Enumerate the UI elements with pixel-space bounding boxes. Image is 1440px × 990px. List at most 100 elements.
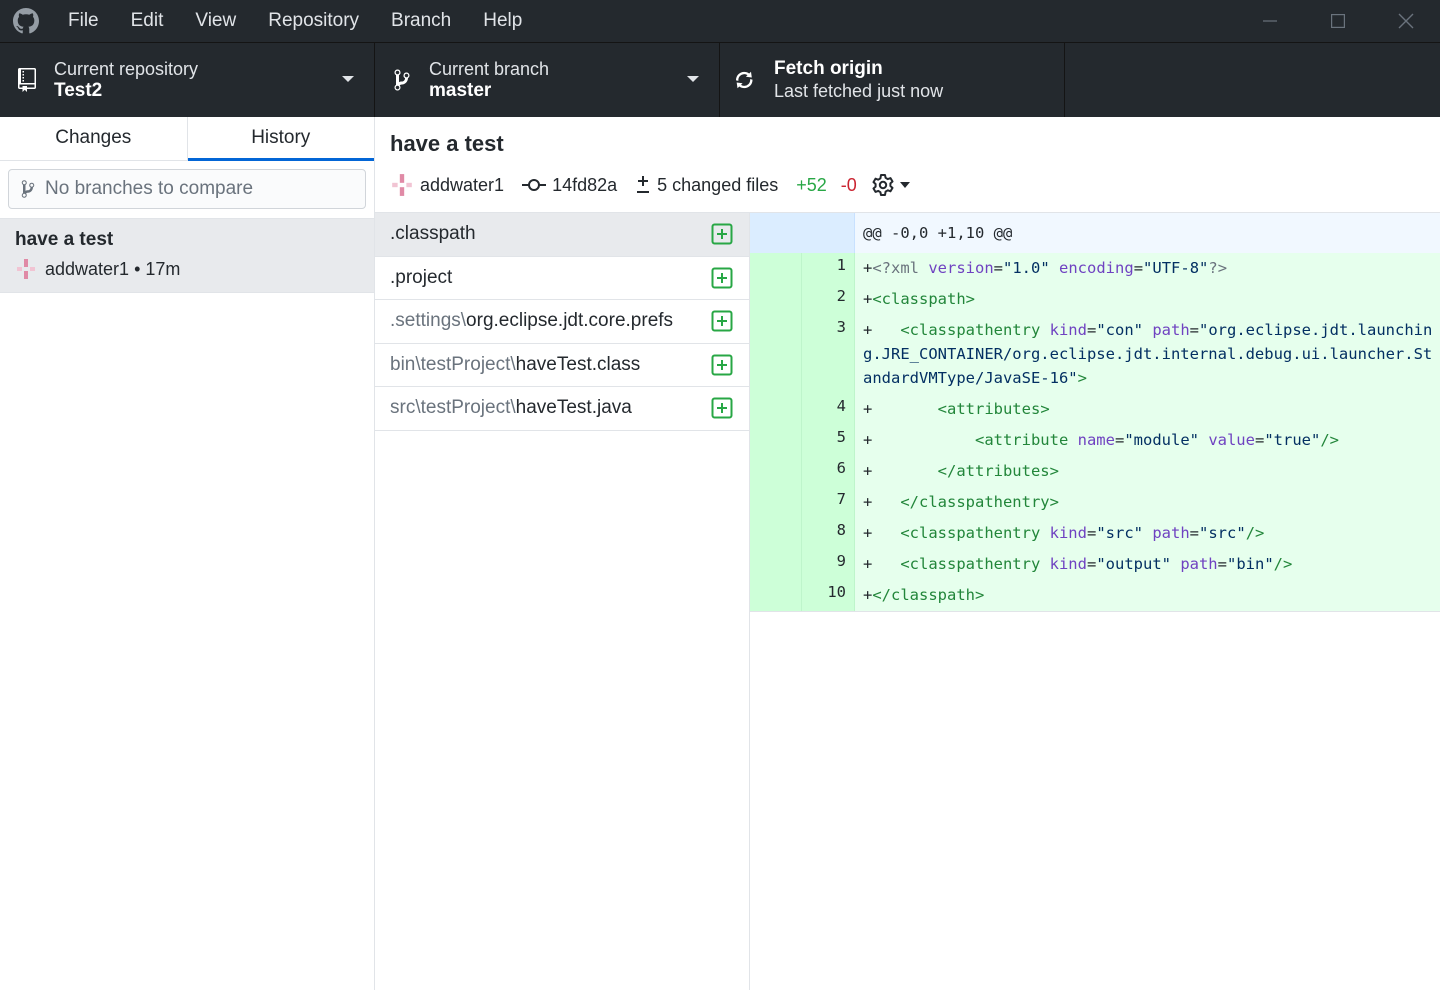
fetch-origin-button[interactable]: Fetch origin Last fetched just now [720, 43, 1065, 117]
new-line-number: 10 [827, 583, 846, 601]
file-added-icon [711, 397, 733, 419]
maximize-icon [1331, 14, 1345, 28]
branch-compare-icon [21, 180, 35, 198]
new-line-number: 3 [836, 318, 846, 336]
file-list-item[interactable]: .classpath [375, 213, 749, 257]
diff-gutter: 10 [750, 580, 855, 611]
diff-line[interactable]: 6 + </attributes> [750, 456, 1440, 487]
github-logo-icon [0, 0, 52, 42]
title-bar: File Edit View Repository Branch Help [0, 0, 1440, 42]
file-dir: src\testProject\ [390, 397, 516, 419]
file-name: haveTest.java [515, 397, 632, 419]
branch-compare-input[interactable]: No branches to compare [8, 169, 366, 209]
menu-edit[interactable]: Edit [115, 0, 180, 42]
old-line-number [750, 456, 802, 487]
current-repository-value: Test2 [54, 80, 103, 101]
commit-sha-value: 14fd82a [552, 174, 618, 195]
current-repository-button[interactable]: Current repository Test2 [0, 43, 375, 117]
menu-file[interactable]: File [52, 0, 115, 42]
close-icon [1398, 13, 1414, 29]
old-line-number [750, 253, 802, 284]
diff-line[interactable]: 1 +<?xml version="1.0" encoding="UTF-8"?> [750, 253, 1440, 284]
diff-end-divider [750, 611, 1440, 613]
file-name: haveTest.class [515, 353, 641, 375]
diff-line-code: + <classpathentry kind="output" path="bi… [863, 555, 1293, 573]
old-line-number [750, 284, 802, 315]
tab-changes[interactable]: Changes [0, 117, 188, 160]
diff-line-code: + <attributes> [863, 400, 1050, 418]
additions-count: +52 [796, 174, 827, 195]
new-line-number: 9 [836, 552, 846, 570]
menu-help[interactable]: Help [467, 0, 538, 42]
diff-gutter: 6 [750, 456, 855, 487]
close-button[interactable] [1372, 0, 1440, 42]
diff-line[interactable]: 8 + <classpathentry kind="src" path="src"… [750, 518, 1440, 549]
commit-meta: addwater1 14fd82a 5 changed files +52 -0 [390, 173, 910, 197]
changed-files-list: .classpath .project .settings\ org.eclips… [375, 213, 750, 990]
diff-line[interactable]: 4 + <attributes> [750, 394, 1440, 425]
fetch-origin-label: Fetch origin [774, 58, 883, 79]
old-line-number [750, 425, 802, 456]
diff-line-code: +</classpath> [863, 586, 985, 604]
menu-repository[interactable]: Repository [252, 0, 375, 42]
diff-hunk-header: @@ -0,0 +1,10 @@ [750, 213, 1440, 253]
menu-view[interactable]: View [179, 0, 252, 42]
diff-line-code: +<classpath> [863, 290, 976, 308]
file-list-item[interactable]: bin\testProject\ haveTest.class [375, 344, 749, 387]
commit-sha[interactable]: 14fd82a [522, 175, 617, 196]
diff-hunk-header-text: @@ -0,0 +1,10 @@ [863, 224, 1013, 242]
branch-icon [375, 43, 429, 117]
commit-summary-header: have a test addwater1 14fd82a 5 changed [375, 117, 1440, 213]
deletions-count: -0 [840, 174, 857, 195]
diff-line[interactable]: 10 +</classpath> [750, 580, 1440, 611]
menu-branch[interactable]: Branch [375, 0, 467, 42]
branch-dropdown-caret-icon [687, 76, 699, 82]
repo-dropdown-caret-icon [342, 76, 354, 82]
file-added-icon [711, 223, 733, 245]
changed-files-count: 5 changed files [635, 175, 778, 196]
diff-line-code: +<?xml version="1.0" encoding="UTF-8"?> [863, 259, 1228, 277]
commit-list-item[interactable]: have a test addwater1 • 17m [0, 219, 374, 293]
diff-view: @@ -0,0 +1,10 @@ 1 +<?xml version="1.0" e… [750, 213, 1440, 990]
menu-bar: File Edit View Repository Branch Help [52, 0, 538, 42]
diff-line[interactable]: 7 + </classpathentry> [750, 487, 1440, 518]
minimize-button[interactable] [1236, 0, 1304, 42]
current-branch-button[interactable]: Current branch master [375, 43, 720, 117]
sidebar-tabs: Changes History [0, 117, 374, 161]
diff-line[interactable]: 9 + <classpathentry kind="output" path="b… [750, 549, 1440, 580]
commit-title: have a test [390, 131, 504, 156]
file-list-item[interactable]: src\testProject\ haveTest.java [375, 387, 749, 431]
diff-lines: 1 +<?xml version="1.0" encoding="UTF-8"?>… [750, 253, 1440, 611]
new-line-number: 2 [836, 287, 846, 305]
gear-icon [872, 174, 894, 196]
diff-line[interactable]: 5 + <attribute name="module" value="true"… [750, 425, 1440, 456]
maximize-button[interactable] [1304, 0, 1372, 42]
current-branch-label: Current branch [429, 59, 550, 79]
current-branch-value: master [429, 80, 492, 101]
avatar [17, 259, 35, 279]
new-line-number: 4 [836, 397, 846, 415]
new-line-number: 5 [836, 428, 846, 446]
diff-line[interactable]: 2 +<classpath> [750, 284, 1440, 315]
file-list-item[interactable]: .project [375, 257, 749, 300]
new-line-number: 8 [836, 521, 846, 539]
old-line-number [750, 580, 802, 611]
diff-line[interactable]: 3 + <classpathentry kind="con" path="org.… [750, 315, 1440, 394]
file-dir: bin\testProject\ [390, 353, 516, 375]
file-list-item[interactable]: .settings\ org.eclipse.jdt.core.prefs [375, 300, 749, 344]
old-line-number [750, 315, 802, 394]
file-name: .project [390, 266, 453, 288]
old-line-number [750, 518, 802, 549]
diff-line-code: + </classpathentry> [863, 493, 1059, 511]
diff-settings-button[interactable] [871, 173, 910, 197]
commit-list-item-separator: • [129, 258, 146, 279]
diff-gutter: 4 [750, 394, 855, 425]
diff-gutter: 1 [750, 253, 855, 284]
diff-gutter: 2 [750, 284, 855, 315]
file-name: .classpath [390, 223, 476, 245]
tab-history[interactable]: History [187, 117, 375, 161]
branch-compare-placeholder: No branches to compare [45, 178, 254, 199]
new-line-number: 7 [836, 490, 846, 508]
window-controls [1236, 0, 1440, 42]
diff-gutter: 7 [750, 487, 855, 518]
